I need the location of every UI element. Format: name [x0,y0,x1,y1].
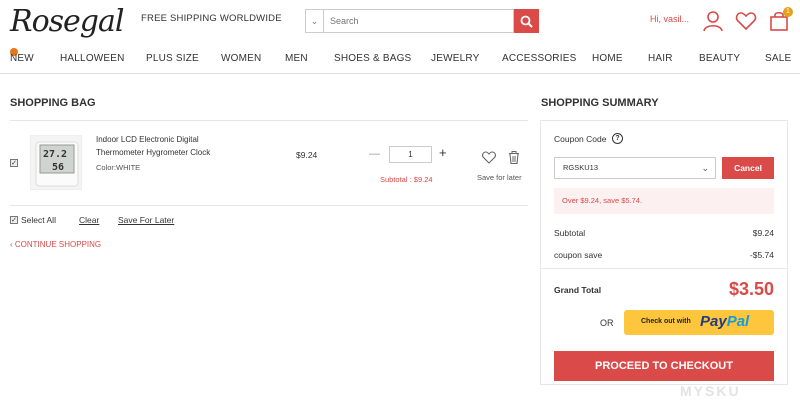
item-checkbox[interactable]: ✓ [10,159,18,167]
main-nav: NEW HALLOWEEN PLUS SIZE WOMEN MEN SHOES … [0,44,800,74]
shopping-summary-title: SHOPPING SUMMARY [541,97,659,109]
nav-shoes-bags[interactable]: SHOES & BAGS [334,53,411,64]
svg-text:56: 56 [52,162,64,173]
account-button[interactable] [702,10,724,32]
delete-item-button[interactable] [508,151,520,169]
clear-link[interactable]: Clear [79,215,99,225]
nav-jewelry[interactable]: JEWELRY [431,53,479,64]
cancel-coupon-button[interactable]: Cancel [722,157,774,179]
search-input[interactable] [323,9,514,33]
logo[interactable]: Rosegal [10,2,130,56]
chevron-down-icon: ⌄ [701,163,709,173]
divider [541,268,787,269]
search-button[interactable] [514,9,539,33]
select-all-checkbox[interactable]: ✓ [10,216,18,224]
or-label: OR [600,318,614,328]
heart-icon [735,12,757,31]
search-icon [520,15,533,28]
nav-men[interactable]: MEN [285,53,308,64]
header: Rosegal FREE SHIPPING WORLDWIDE ⌄ Hi, va… [0,0,800,56]
coupon-code-label: Coupon Code [554,134,607,144]
heart-icon [482,151,496,164]
page: Rosegal FREE SHIPPING WORLDWIDE ⌄ Hi, va… [0,0,800,410]
watermark: MYSKU [680,383,741,399]
product-name[interactable]: Indoor LCD Electronic Digital Thermomete… [96,133,246,159]
divider [10,120,528,121]
product-price: $9.24 [296,150,318,160]
paypal-logo: PayPal [700,313,750,330]
nav-new[interactable]: NEW [10,53,34,64]
product-thumbnail[interactable]: 27.2 56 [30,135,82,190]
nav-halloween[interactable]: HALLOWEEN [60,53,125,64]
divider [10,205,528,206]
continue-shopping-link[interactable]: ‹ CONTINUE SHOPPING [10,240,101,249]
select-all-label[interactable]: Select All [21,215,56,225]
nav-women[interactable]: WOMEN [221,53,261,64]
nav-sale[interactable]: SALE [765,53,791,64]
user-greeting[interactable]: Hi, vasil... [650,14,689,24]
save-for-later-button[interactable] [482,151,496,169]
search-bar: ⌄ [305,9,539,33]
cart-count-badge: 1 [783,7,793,17]
coupon-select[interactable]: RGSKU13 ⌄ [554,157,716,179]
grand-total-value: $3.50 [728,279,774,299]
coupon-save-value: -$5.74 [749,250,774,260]
svg-text:27.2: 27.2 [43,149,67,160]
chevron-down-icon[interactable]: ⌄ [305,9,323,33]
nav-hair[interactable]: HAIR [648,53,673,64]
nav-home[interactable]: HOME [592,53,623,64]
nav-beauty[interactable]: BEAUTY [699,53,740,64]
trash-icon [509,151,519,165]
save-for-later-link[interactable]: Save For Later [118,215,174,225]
grand-total-label: Grand Total [554,285,602,295]
promo-message: Over $9.24, save $5.74. [554,188,774,214]
paypal-checkout-button[interactable]: Check out with PayPal [624,310,774,335]
proceed-to-checkout-button[interactable]: PROCEED TO CHECKOUT [554,351,774,381]
coupon-save-label: coupon save [554,250,603,260]
nav-plus-size[interactable]: PLUS SIZE [146,53,199,64]
quantity-input[interactable]: 1 [389,146,432,163]
user-icon [703,11,723,32]
paypal-text: Check out with [641,318,691,325]
shipping-banner: FREE SHIPPING WORLDWIDE [141,13,282,24]
save-for-later-label[interactable]: Save for later [477,173,522,182]
quantity-decrease-button[interactable]: — [369,148,380,160]
wishlist-button[interactable] [735,10,757,32]
subtotal-value: $9.24 [752,228,774,238]
product-color: Color:WHITE [96,163,141,172]
item-subtotal: Subtotal : $9.24 [380,175,433,184]
help-icon[interactable]: ? [612,133,623,144]
quantity-increase-button[interactable]: + [439,145,447,160]
nav-accessories[interactable]: ACCESSORIES [502,53,576,64]
shopping-bag-title: SHOPPING BAG [10,97,96,109]
subtotal-label: Subtotal [554,228,586,238]
thermometer-product-image: 27.2 56 [35,141,79,187]
